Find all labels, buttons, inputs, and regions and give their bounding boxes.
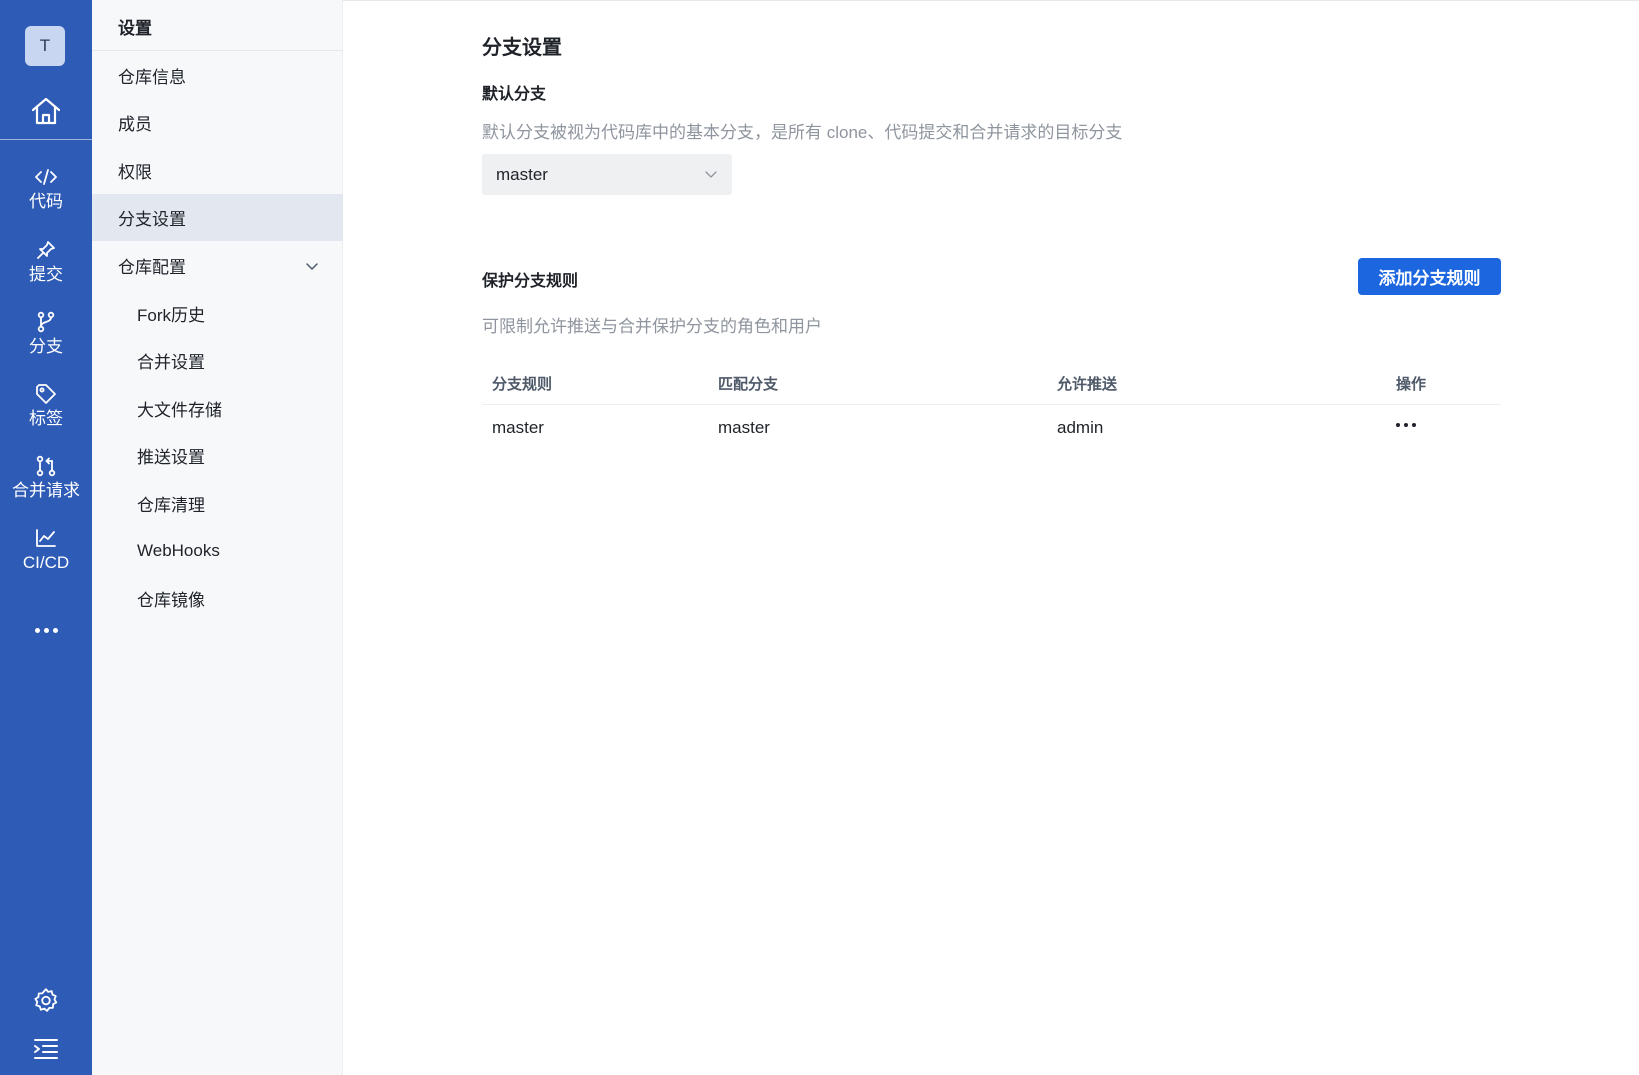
rail-item-merge-requests[interactable]: 合并请求 [0,455,92,517]
rail-item-label: 合并请求 [12,481,80,500]
cell-allowed-push: admin [1057,418,1104,437]
sidebar-item-permissions[interactable]: 权限 [92,147,343,194]
settings-sidebar: 设置 仓库信息 成员 权限 分支设置 仓库配置 Fork历史 合并设置 大文件存… [92,0,343,1075]
rail-item-cicd[interactable]: CI/CD [0,527,92,589]
sidebar-item-repo-config[interactable]: 仓库配置 [92,242,343,289]
more-actions-icon[interactable] [1396,415,1416,435]
tag-icon [35,383,57,405]
more-icon[interactable] [30,620,62,640]
code-icon [35,166,57,188]
column-header: 操作 [1396,376,1427,393]
table-row: master master admin [482,405,1501,451]
avatar[interactable]: T [25,26,65,66]
cell-branch-rule: master [492,418,544,437]
gear-icon[interactable] [33,987,59,1013]
row-actions [1396,405,1416,451]
default-branch-select[interactable]: master [482,154,732,195]
branch-icon [35,311,57,333]
protected-branch-description: 可限制允许推送与合并保护分支的角色和用户 [482,317,822,336]
cell-match-branch: master [718,418,770,437]
sidebar-item-label: 仓库配置 [118,258,186,277]
sidebar-item-branch-settings[interactable]: 分支设置 [92,194,343,241]
sidebar-title: 设置 [118,19,152,38]
sidebar-divider [92,50,343,51]
rail-item-label: 标签 [29,409,63,428]
rail-item-label: 提交 [29,265,63,284]
main-content: 分支设置 默认分支 默认分支被视为代码库中的基本分支，是所有 clone、代码提… [343,0,1639,1075]
default-branch-title: 默认分支 [482,86,547,103]
branch-rules-table: 分支规则 匹配分支 允许推送 操作 master master admin [482,363,1501,451]
rail-item-commits[interactable]: 提交 [0,239,92,301]
sidebar-item-webhooks[interactable]: WebHooks [92,527,343,574]
protected-branch-title: 保护分支规则 [482,273,579,290]
sidebar-item-push-settings[interactable]: 推送设置 [92,432,343,479]
sidebar-item-repo-mirror[interactable]: 仓库镜像 [92,575,343,622]
table-header: 分支规则 匹配分支 允许推送 操作 [482,363,1501,405]
default-branch-value: master [496,164,548,184]
column-header: 分支规则 [492,376,553,393]
rail-divider [0,139,92,140]
sidebar-item-repo-info[interactable]: 仓库信息 [92,52,343,99]
rail-item-label: 代码 [29,192,63,211]
rail-item-label: CI/CD [22,553,70,572]
default-branch-description: 默认分支被视为代码库中的基本分支，是所有 clone、代码提交和合并请求的目标分… [482,123,1123,142]
pin-icon [35,239,57,261]
sidebar-item-repo-cleanup[interactable]: 仓库清理 [92,480,343,527]
sidebar-item-members[interactable]: 成员 [92,99,343,146]
merge-request-icon [35,455,57,477]
column-header: 允许推送 [1057,376,1118,393]
sidebar-item-fork-history[interactable]: Fork历史 [92,290,343,337]
chevron-down-icon [306,263,318,270]
chevron-down-icon [705,171,717,178]
column-header: 匹配分支 [718,376,779,393]
rail-item-code[interactable]: 代码 [0,166,92,228]
chart-line-icon [35,527,57,549]
sidebar-item-merge-settings[interactable]: 合并设置 [92,337,343,384]
sidebar-item-large-file-storage[interactable]: 大文件存储 [92,385,343,432]
collapse-menu-icon[interactable] [33,1038,59,1060]
rail-item-branches[interactable]: 分支 [0,311,92,373]
rail-item-label: 分支 [29,337,63,356]
nav-rail: T 代码 提交 分支 标签 合并请求 CI/CD [0,0,92,1075]
rail-item-tags[interactable]: 标签 [0,383,92,445]
add-branch-rule-button[interactable]: 添加分支规则 [1358,258,1501,295]
home-icon[interactable] [29,94,63,128]
page-title: 分支设置 [482,37,562,59]
